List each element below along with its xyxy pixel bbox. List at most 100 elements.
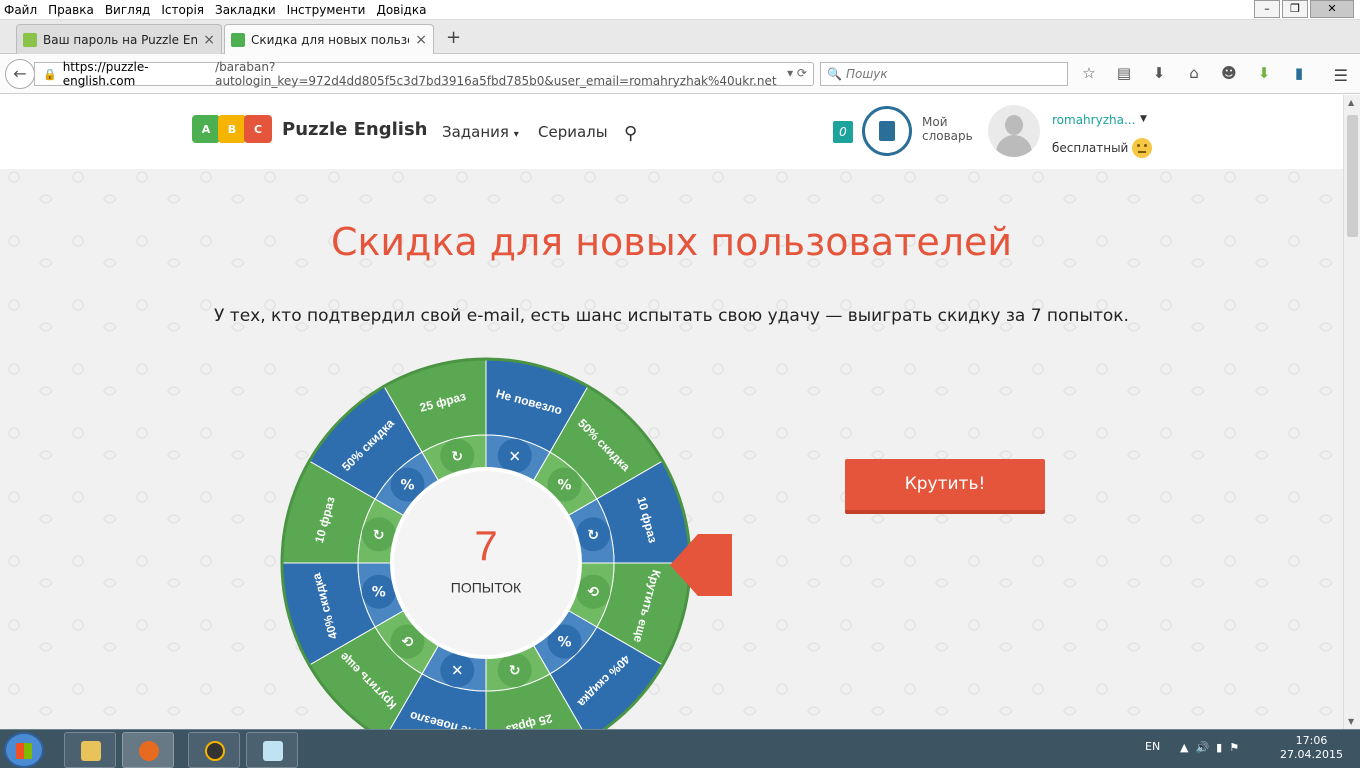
tab-title: Скидка для новых пользо... [251,32,410,47]
puzzle-icon [231,32,245,47]
menu-file[interactable]: Файл [4,3,37,17]
url-host: https://puzzle-english.com [62,60,149,88]
reader-icon[interactable]: ▮ [1288,64,1310,82]
avatar-head [1005,115,1023,135]
page-title: Скидка для новых пользователей [330,220,1013,264]
language-indicator[interactable]: EN [1145,740,1160,753]
clock-date: 27.04.2015 [1280,748,1343,761]
attempts-label: ПОПЫТОК [451,580,522,596]
download-icon[interactable]: ⬇ [1148,64,1170,82]
menu-bookmarks[interactable]: Закладки [215,3,276,17]
clock-time: 17:06 [1295,734,1328,747]
attempts-count: 7 [474,522,497,569]
new-tab-button[interactable]: + [446,27,461,48]
account-status: бесплатный [1052,138,1153,158]
wheel-icon-glyph: ✕ [451,662,464,680]
bookmarks-icon[interactable]: ▤ [1113,64,1135,82]
windows-icon [16,743,32,759]
scrollbar-thumb[interactable] [1347,115,1358,237]
scrollbar[interactable]: ▲ ▼ [1343,95,1360,729]
minimize-button[interactable]: – [1254,0,1280,18]
back-button[interactable]: ← [5,59,35,89]
search-placeholder: Пошук [845,67,888,81]
logo-piece-c: C [244,115,272,143]
chat-icon[interactable]: ☻ [1218,64,1240,82]
menubar: Файл Правка Вигляд Історія Закладки Інст… [0,0,1360,20]
taskbar-app[interactable] [188,732,240,768]
menu-tools[interactable]: Інструменти [287,3,366,17]
dict-label-line2: словарь [922,129,973,143]
notes-icon [263,741,283,761]
tab-password[interactable]: Ваш пароль на Puzzle Eng... × [16,24,222,54]
wheel-icon-glyph: ↻ [587,527,599,543]
mail-icon [23,32,37,47]
clock[interactable]: 17:06 27.04.2015 [1280,734,1343,762]
toolbar-icons: ☆ ▤ ⬇ ⌂ ☻ ⬇ ▮ [1078,64,1323,82]
username-link[interactable]: romahryzha... [1052,113,1135,127]
chevron-down-icon: ▾ [513,129,519,140]
tray-icons[interactable]: ▲ 🔊 ▮ ⚑ [1180,741,1239,754]
wheel-svg: Не повезло✕ 50% скидка%10 фраз↻Крутить ещ… [280,357,692,729]
menu-view[interactable]: Вигляд [105,3,151,17]
dictionary-label[interactable]: Мой словарь [922,115,973,143]
menu-edit[interactable]: Правка [48,3,94,17]
smiley-icon [1132,138,1153,158]
taskbar-firefox[interactable] [122,732,174,768]
url-path: /baraban?autologin_key=972d4dd805f5c3d7b… [215,60,777,88]
reload-icon[interactable]: ▾ ⟳ [787,66,807,80]
window-controls: – ❐ ✕ [1252,0,1354,18]
site-logo[interactable]: A B C Puzzle English [192,115,427,143]
words-counter[interactable]: 0 [833,121,853,143]
tab-discount[interactable]: Скидка для новых пользо... × [224,24,434,54]
page-content: A B C Puzzle English Задания ▾ Сериалы ⚲… [0,95,1343,729]
site-header: A B C Puzzle English Задания ▾ Сериалы ⚲… [0,95,1343,169]
wheel-icon-glyph: % [557,478,571,494]
wheel-icon-glyph: ⟲ [587,585,599,601]
site-search-icon[interactable]: ⚲ [624,123,637,144]
page-subtitle: У тех, кто подтвердил свой e-mail, есть … [214,306,1129,326]
firefox-icon [139,741,159,761]
book-icon [879,121,895,141]
spin-button[interactable]: Крутить! [845,459,1045,514]
wheel-icon-glyph: ✕ [508,447,521,465]
maximize-button[interactable]: ❐ [1282,0,1308,18]
nav-tasks[interactable]: Задания ▾ [442,123,519,141]
tab-bar: Ваш пароль на Puzzle Eng... × Скидка для… [0,20,1360,54]
logo-piece-a: A [192,115,220,143]
close-icon[interactable]: × [415,32,427,48]
navigation-bar: ← 🔒 https://puzzle-english.com/baraban?a… [0,54,1360,94]
search-input[interactable]: 🔍 Пошук [820,62,1068,86]
lock-icon: 🔒 [43,67,57,81]
scroll-up-icon[interactable]: ▲ [1348,98,1354,107]
home-icon[interactable]: ⌂ [1183,64,1205,82]
wheel-icon-glyph: ↻ [451,449,463,465]
menu-history[interactable]: Історія [161,3,204,17]
nav-series[interactable]: Сериалы [538,123,608,141]
close-icon[interactable]: × [203,32,215,48]
status-label: бесплатный [1052,141,1129,155]
menu-help[interactable]: Довідка [376,3,426,17]
taskbar-notes[interactable] [246,732,298,768]
tab-title: Ваш пароль на Puzzle Eng... [43,32,198,47]
taskbar-explorer[interactable] [64,732,116,768]
wheel-icon-glyph: ↻ [373,527,385,543]
close-window-button[interactable]: ✕ [1310,0,1354,18]
wheel-icon-glyph: ⟲ [402,634,414,650]
wheel-pointer [670,534,732,596]
taskbar: EN ▲ 🔊 ▮ ⚑ 17:06 27.04.2015 [0,729,1360,768]
avatar[interactable] [988,105,1040,157]
wheel-icon-glyph: ↻ [509,663,521,679]
arrow-down-icon[interactable]: ⬇ [1253,64,1275,82]
scroll-down-icon[interactable]: ▼ [1348,717,1354,726]
dictionary-button[interactable] [862,106,912,156]
search-icon: 🔍 [827,67,842,81]
user-dropdown-icon[interactable]: ▼ [1140,114,1147,124]
star-icon[interactable]: ☆ [1078,64,1100,82]
wheel-icon-glyph: % [557,634,571,650]
wheel-icon-glyph: % [400,478,414,494]
start-button[interactable] [4,732,44,768]
menu-icon[interactable]: ☰ [1334,66,1348,85]
prize-wheel[interactable]: Не повезло ✕ 50% скидка% 10 фраз ↻ Крутить ещ… [280,357,692,729]
url-bar[interactable]: 🔒 https://puzzle-english.com/baraban?aut… [34,60,814,88]
dict-label-line1: Мой [922,115,948,129]
